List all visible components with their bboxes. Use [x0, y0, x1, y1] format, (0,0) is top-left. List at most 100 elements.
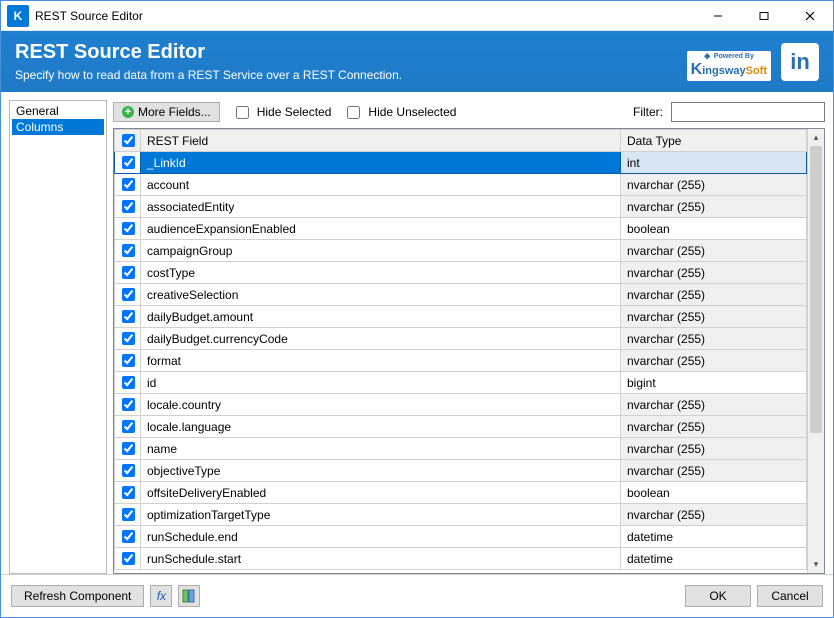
refresh-component-button[interactable]: Refresh Component [11, 585, 144, 607]
scroll-thumb[interactable] [810, 146, 822, 433]
row-checkbox[interactable] [115, 460, 141, 482]
row-checkbox[interactable] [115, 548, 141, 570]
data-type-cell[interactable]: nvarchar (255) [621, 438, 807, 460]
ok-button[interactable]: OK [685, 585, 751, 607]
grid-header-row: REST Field Data Type [115, 130, 807, 152]
filter-input[interactable] [671, 102, 825, 122]
row-checkbox[interactable] [115, 416, 141, 438]
row-checkbox[interactable] [115, 262, 141, 284]
table-row[interactable]: audienceExpansionEnabledboolean [115, 218, 807, 240]
row-checkbox[interactable] [115, 372, 141, 394]
rest-field-cell[interactable]: campaignGroup [141, 240, 621, 262]
table-row[interactable]: namenvarchar (255) [115, 438, 807, 460]
row-checkbox[interactable] [115, 394, 141, 416]
data-type-cell[interactable]: nvarchar (255) [621, 504, 807, 526]
header-rest-field[interactable]: REST Field [141, 130, 621, 152]
rest-field-cell[interactable]: costType [141, 262, 621, 284]
row-checkbox[interactable] [115, 350, 141, 372]
rest-field-cell[interactable]: runSchedule.end [141, 526, 621, 548]
data-type-cell[interactable]: nvarchar (255) [621, 196, 807, 218]
data-type-cell[interactable]: nvarchar (255) [621, 284, 807, 306]
rest-field-cell[interactable]: locale.country [141, 394, 621, 416]
row-checkbox[interactable] [115, 174, 141, 196]
table-row[interactable]: accountnvarchar (255) [115, 174, 807, 196]
close-button[interactable] [787, 1, 833, 30]
minimize-button[interactable] [695, 1, 741, 30]
table-row[interactable]: formatnvarchar (255) [115, 350, 807, 372]
data-type-cell[interactable]: nvarchar (255) [621, 416, 807, 438]
data-type-cell[interactable]: datetime [621, 526, 807, 548]
table-row[interactable]: costTypenvarchar (255) [115, 262, 807, 284]
row-checkbox[interactable] [115, 240, 141, 262]
data-type-cell[interactable]: boolean [621, 218, 807, 240]
sidebar-item-columns[interactable]: Columns [12, 119, 104, 135]
data-type-cell[interactable]: boolean [621, 482, 807, 504]
row-checkbox[interactable] [115, 482, 141, 504]
scroll-up-icon[interactable]: ▴ [808, 129, 824, 146]
scroll-down-icon[interactable]: ▾ [808, 556, 824, 573]
documentation-button[interactable] [178, 585, 200, 607]
hide-unselected-checkbox[interactable]: Hide Unselected [343, 103, 456, 122]
data-type-cell[interactable]: nvarchar (255) [621, 174, 807, 196]
rest-field-cell[interactable]: associatedEntity [141, 196, 621, 218]
rest-field-cell[interactable]: account [141, 174, 621, 196]
rest-field-cell[interactable]: name [141, 438, 621, 460]
row-checkbox[interactable] [115, 526, 141, 548]
rest-field-cell[interactable]: creativeSelection [141, 284, 621, 306]
table-row[interactable]: creativeSelectionnvarchar (255) [115, 284, 807, 306]
sidebar-item-general[interactable]: General [12, 103, 104, 119]
data-type-cell[interactable]: bigint [621, 372, 807, 394]
rest-field-cell[interactable]: runSchedule.start [141, 548, 621, 570]
header-checkbox[interactable] [115, 130, 141, 152]
row-checkbox[interactable] [115, 438, 141, 460]
data-type-cell[interactable]: nvarchar (255) [621, 240, 807, 262]
rest-field-cell[interactable]: format [141, 350, 621, 372]
row-checkbox[interactable] [115, 504, 141, 526]
table-row[interactable]: locale.languagenvarchar (255) [115, 416, 807, 438]
rest-field-cell[interactable]: id [141, 372, 621, 394]
rest-field-cell[interactable]: dailyBudget.currencyCode [141, 328, 621, 350]
vertical-scrollbar[interactable]: ▴ ▾ [807, 129, 824, 573]
row-checkbox[interactable] [115, 284, 141, 306]
table-row[interactable]: _LinkIdint [115, 152, 807, 174]
expression-button[interactable]: fx [150, 585, 172, 607]
table-row[interactable]: objectiveTypenvarchar (255) [115, 460, 807, 482]
rest-field-cell[interactable]: _LinkId [141, 152, 621, 174]
rest-field-cell[interactable]: dailyBudget.amount [141, 306, 621, 328]
rest-field-cell[interactable]: optimizationTargetType [141, 504, 621, 526]
table-row[interactable]: associatedEntitynvarchar (255) [115, 196, 807, 218]
cancel-button[interactable]: Cancel [757, 585, 823, 607]
rest-field-cell[interactable]: offsiteDeliveryEnabled [141, 482, 621, 504]
data-type-cell[interactable]: nvarchar (255) [621, 262, 807, 284]
table-row[interactable]: dailyBudget.amountnvarchar (255) [115, 306, 807, 328]
row-checkbox[interactable] [115, 218, 141, 240]
rest-field-cell[interactable]: audienceExpansionEnabled [141, 218, 621, 240]
data-type-cell[interactable]: datetime [621, 548, 807, 570]
data-type-cell[interactable]: nvarchar (255) [621, 350, 807, 372]
sidebar: GeneralColumns [9, 100, 107, 574]
data-type-cell[interactable]: nvarchar (255) [621, 328, 807, 350]
table-row[interactable]: optimizationTargetTypenvarchar (255) [115, 504, 807, 526]
row-checkbox[interactable] [115, 306, 141, 328]
maximize-button[interactable] [741, 1, 787, 30]
table-row[interactable]: runSchedule.enddatetime [115, 526, 807, 548]
data-type-cell[interactable]: nvarchar (255) [621, 306, 807, 328]
row-checkbox[interactable] [115, 152, 141, 174]
data-type-cell[interactable]: nvarchar (255) [621, 394, 807, 416]
rest-field-cell[interactable]: locale.language [141, 416, 621, 438]
hide-selected-checkbox[interactable]: Hide Selected [232, 103, 332, 122]
table-row[interactable]: locale.countrynvarchar (255) [115, 394, 807, 416]
page-title: REST Source Editor [15, 41, 402, 64]
row-checkbox[interactable] [115, 196, 141, 218]
table-row[interactable]: runSchedule.startdatetime [115, 548, 807, 570]
data-type-cell[interactable]: nvarchar (255) [621, 460, 807, 482]
table-row[interactable]: offsiteDeliveryEnabledboolean [115, 482, 807, 504]
table-row[interactable]: dailyBudget.currencyCodenvarchar (255) [115, 328, 807, 350]
data-type-cell[interactable]: int [621, 152, 807, 174]
table-row[interactable]: idbigint [115, 372, 807, 394]
row-checkbox[interactable] [115, 328, 141, 350]
header-data-type[interactable]: Data Type [621, 130, 807, 152]
table-row[interactable]: campaignGroupnvarchar (255) [115, 240, 807, 262]
more-fields-button[interactable]: + More Fields... [113, 102, 220, 122]
rest-field-cell[interactable]: objectiveType [141, 460, 621, 482]
